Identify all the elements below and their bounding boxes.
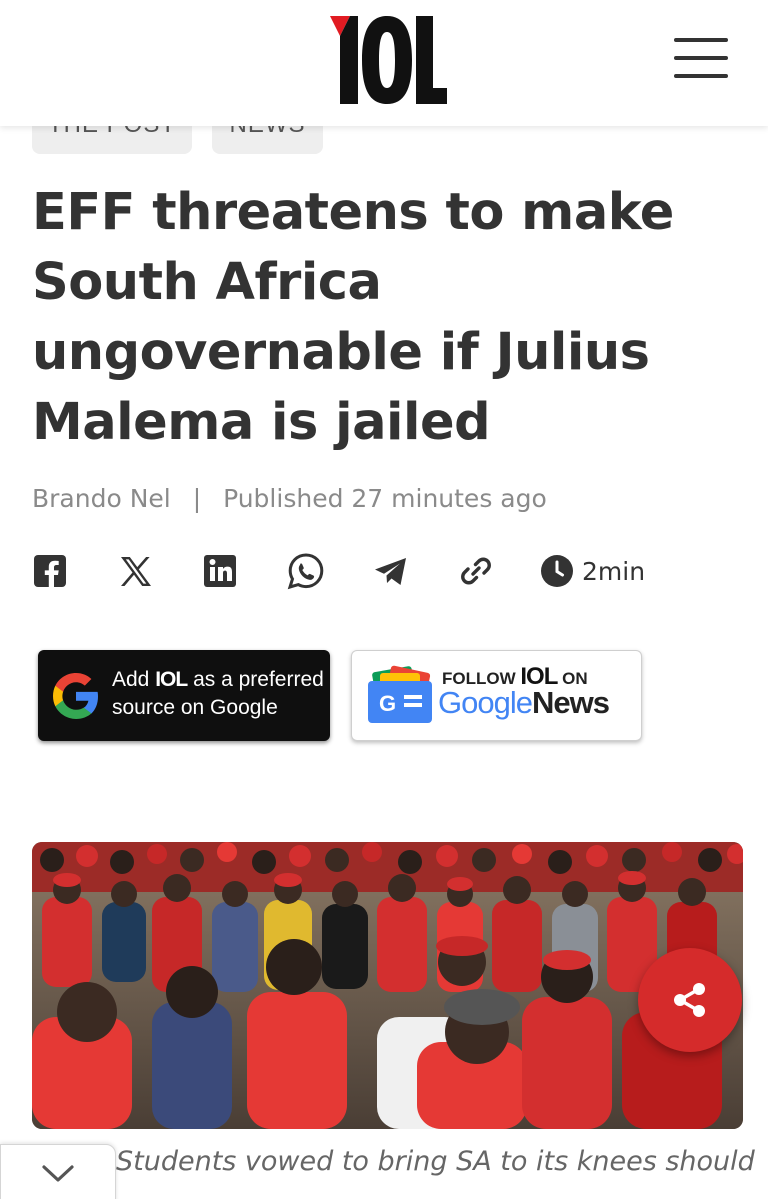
iol-mini-logo: IOL bbox=[155, 668, 188, 691]
google-news-wordmark: GoogleNews bbox=[438, 685, 610, 721]
preferred-line-1: Add IOL as a preferred bbox=[112, 668, 324, 692]
read-time: 2min bbox=[540, 552, 645, 590]
chevron-down-icon bbox=[42, 1165, 74, 1182]
copy-link-icon[interactable] bbox=[457, 552, 495, 590]
article-headline: EFF threatens to make South Africa ungov… bbox=[32, 183, 674, 452]
preferred-line-2: source on Google bbox=[112, 696, 278, 719]
hamburger-menu-icon bbox=[674, 38, 728, 42]
iol-logo[interactable] bbox=[326, 14, 448, 106]
whatsapp-icon[interactable] bbox=[287, 552, 325, 590]
site-header bbox=[0, 0, 768, 126]
google-news-follow-button[interactable]: G FOLLOW IOL ON GoogleNews bbox=[351, 650, 642, 741]
floating-share-button[interactable] bbox=[638, 948, 742, 1052]
collapse-toggle-button[interactable] bbox=[0, 1144, 116, 1199]
published-time: Published 27 minutes ago bbox=[223, 484, 547, 513]
google-wordmark: Google bbox=[438, 685, 533, 720]
article-photo[interactable] bbox=[32, 842, 743, 1129]
facebook-icon[interactable] bbox=[32, 552, 70, 590]
google-news-icon: G bbox=[368, 665, 432, 723]
author-name[interactable]: Brando Nel bbox=[32, 484, 171, 513]
photo-caption: Students vowed to bring SA to its knees … bbox=[116, 1146, 755, 1177]
read-time-text: 2min bbox=[582, 556, 646, 586]
clock-icon bbox=[541, 555, 573, 587]
as-preferred-text: as a preferred bbox=[193, 668, 324, 691]
add-text: Add bbox=[112, 668, 150, 691]
google-g-icon bbox=[53, 673, 98, 719]
news-wordmark: News bbox=[531, 685, 610, 720]
byline-separator: | bbox=[192, 484, 202, 513]
x-icon[interactable] bbox=[117, 552, 155, 590]
byline: Brando Nel | Published 27 minutes ago bbox=[32, 478, 547, 520]
share-icon bbox=[674, 983, 705, 1017]
svg-text:G: G bbox=[379, 691, 396, 716]
telegram-icon[interactable] bbox=[372, 552, 410, 590]
crowd-photo-image bbox=[32, 842, 743, 1129]
share-row: 2min bbox=[32, 552, 732, 592]
google-preferred-source-button[interactable]: Add IOL as a preferred source on Google bbox=[38, 650, 330, 741]
linkedin-icon[interactable] bbox=[202, 552, 240, 590]
menu-button[interactable] bbox=[672, 36, 730, 80]
